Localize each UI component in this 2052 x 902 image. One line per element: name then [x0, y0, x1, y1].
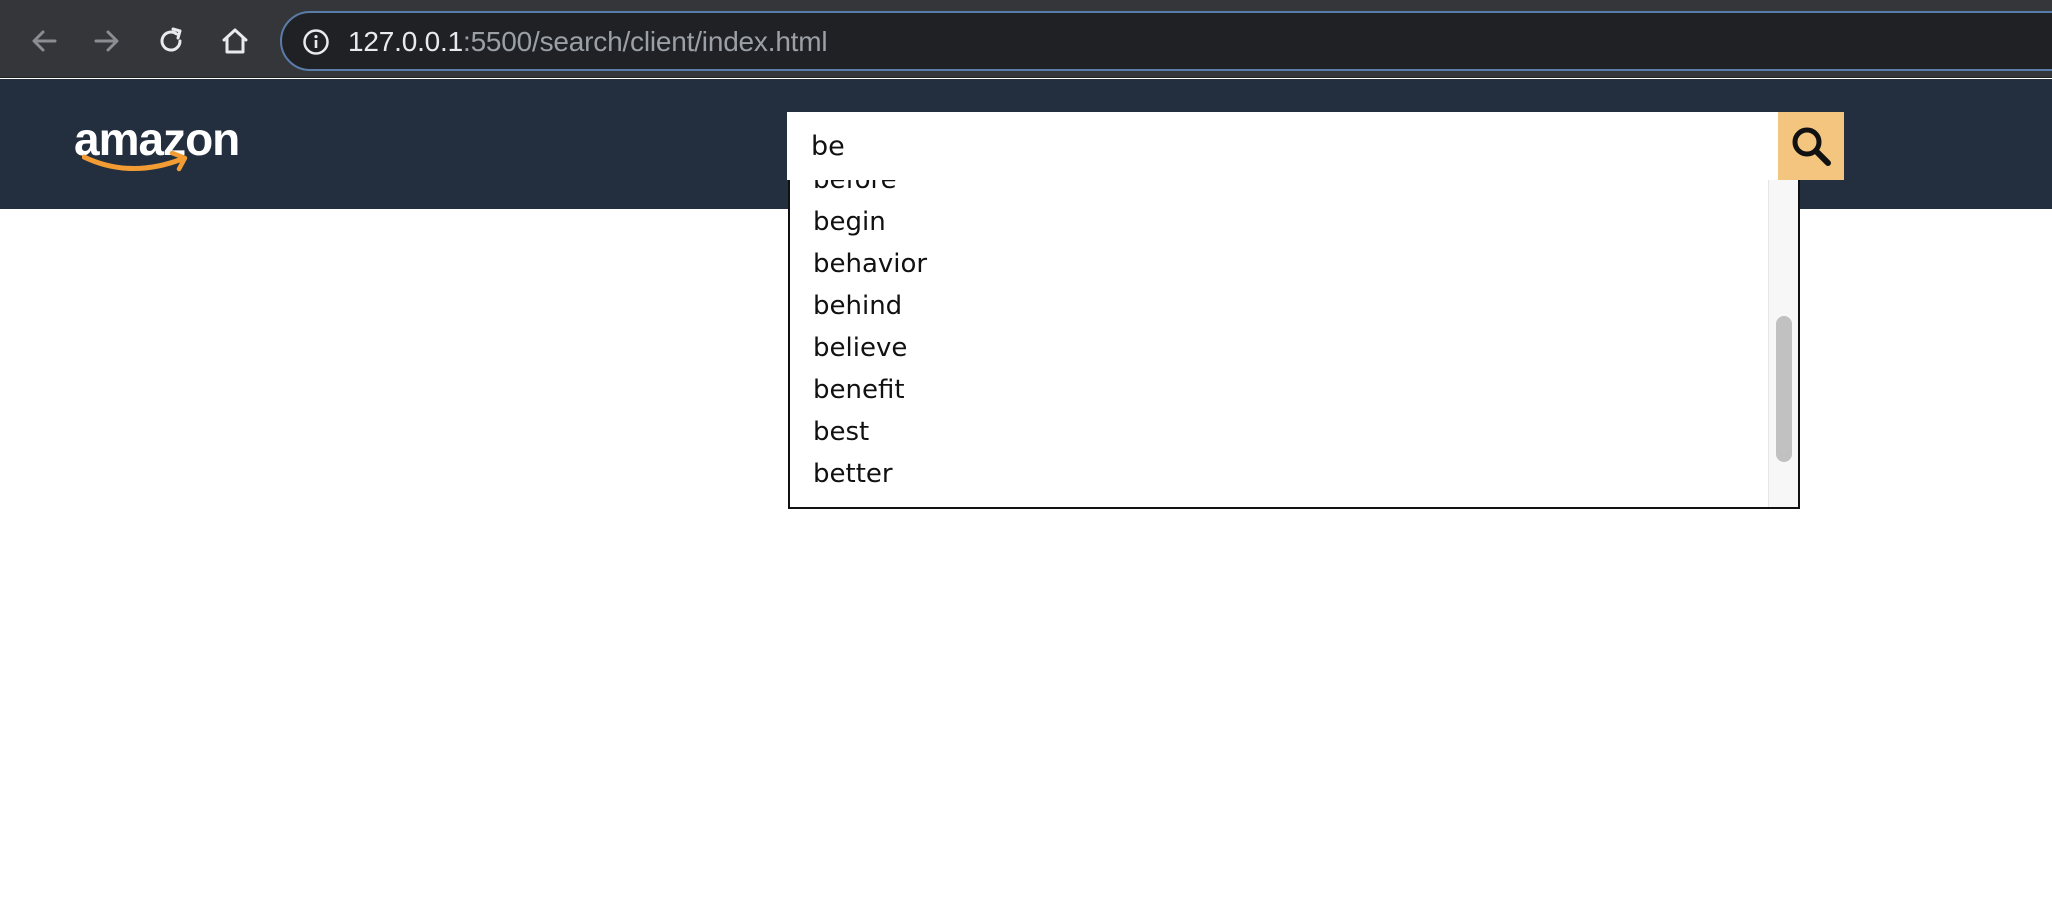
suggestion-item[interactable]: best: [790, 411, 1771, 453]
suggestion-item[interactable]: behavior: [790, 243, 1771, 285]
url-host: 127.0.0.1: [348, 26, 463, 57]
amazon-logo[interactable]: amazon: [74, 113, 254, 177]
browser-toolbar: 127.0.0.1:5500/search/client/index.html: [0, 0, 2052, 78]
suggestion-item[interactable]: begin: [790, 201, 1771, 243]
suggestion-item[interactable]: before: [790, 180, 1771, 201]
search-input[interactable]: [787, 112, 1778, 180]
search-icon: [1792, 127, 1831, 166]
suggestion-list: before begin behavior behind believe ben…: [790, 180, 1771, 495]
dropdown-scrollbar[interactable]: [1768, 180, 1798, 507]
url-text[interactable]: 127.0.0.1:5500/search/client/index.html: [348, 26, 828, 58]
forward-arrow-icon: [94, 30, 119, 52]
scrollbar-thumb[interactable]: [1776, 316, 1792, 462]
suggestion-item[interactable]: better: [790, 453, 1771, 495]
info-icon[interactable]: [302, 28, 330, 56]
home-icon: [222, 28, 248, 54]
suggestion-item[interactable]: behind: [790, 285, 1771, 327]
suggestion-item[interactable]: believe: [790, 327, 1771, 369]
logo-smile-icon: [82, 150, 188, 172]
search-button[interactable]: [1778, 112, 1844, 180]
address-bar[interactable]: 127.0.0.1:5500/search/client/index.html: [280, 11, 2052, 71]
url-path: :5500/search/client/index.html: [462, 26, 828, 57]
back-button[interactable]: [16, 13, 72, 69]
autocomplete-dropdown: before begin behavior behind believe ben…: [788, 180, 1800, 509]
suggestion-item[interactable]: benefit: [790, 369, 1771, 411]
home-button[interactable]: [207, 13, 263, 69]
forward-button[interactable]: [79, 13, 135, 69]
reload-button[interactable]: [143, 13, 199, 69]
reload-icon: [160, 27, 182, 52]
back-arrow-icon: [32, 30, 57, 52]
